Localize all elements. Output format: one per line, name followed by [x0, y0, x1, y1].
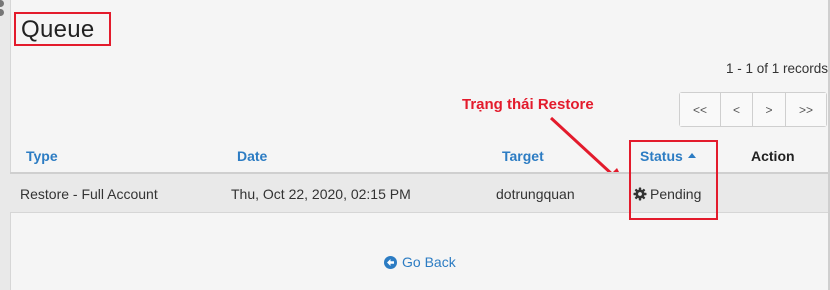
- column-header-date[interactable]: Date: [237, 148, 267, 164]
- column-header-action: Action: [751, 148, 795, 164]
- go-back-link[interactable]: Go Back: [384, 254, 456, 270]
- cell-target: dotrungquan: [496, 186, 575, 202]
- arrow-left-circle-icon: [384, 255, 397, 269]
- column-header-target[interactable]: Target: [502, 148, 544, 164]
- status-highlight-box: [629, 140, 718, 220]
- go-back-label: Go Back: [402, 254, 456, 270]
- column-header-type[interactable]: Type: [26, 148, 58, 164]
- cell-type: Restore - Full Account: [20, 186, 158, 202]
- cell-date: Thu, Oct 22, 2020, 02:15 PM: [231, 186, 411, 202]
